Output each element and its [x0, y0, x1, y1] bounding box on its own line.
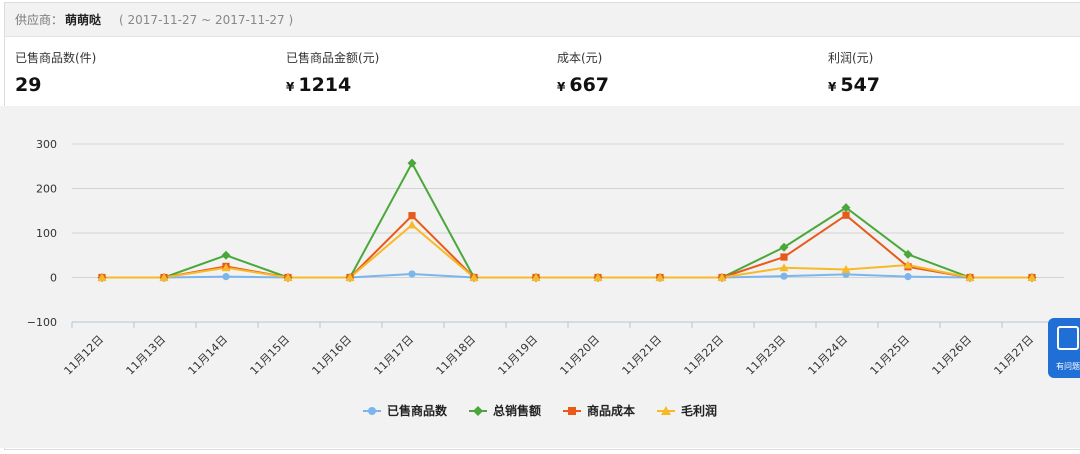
legend-label: 已售商品数	[386, 404, 447, 418]
x-tick-label: 11月25日	[868, 333, 913, 378]
x-tick-label: 11月12日	[62, 333, 107, 378]
stat-value: ¥1214	[286, 74, 379, 96]
y-tick-label: 200	[36, 183, 57, 196]
help-button[interactable]: 有问题	[1048, 318, 1080, 378]
stat-value: 29	[15, 74, 96, 96]
series-point-0	[780, 272, 788, 280]
currency-symbol: ¥	[286, 80, 295, 94]
series-line-2	[102, 213, 1032, 279]
x-tick-label: 11月17日	[372, 333, 417, 378]
stat-sales-amount: 已售商品金额(元) ¥1214	[286, 49, 379, 96]
stat-cost: 成本(元) ¥667	[557, 49, 609, 96]
stat-number: 29	[15, 74, 42, 96]
legend-item[interactable]: 已售商品数	[362, 402, 447, 419]
report-header: 供应商： 萌萌哒 ( 2017-11-27 ~ 2017-11-27 )	[5, 3, 1080, 37]
series-line-1	[102, 161, 1032, 279]
x-tick-label: 11月22日	[682, 333, 727, 378]
x-tick-label: 11月18日	[434, 333, 479, 378]
series-point-2	[780, 253, 788, 261]
y-tick-label: 0	[50, 272, 57, 285]
legend-item[interactable]: 总销售额	[468, 402, 541, 419]
series-point-2	[408, 212, 416, 220]
y-tick-label: 300	[36, 138, 57, 151]
series-point-1	[221, 250, 231, 260]
legend-swatch	[563, 406, 581, 415]
y-tick-label: 100	[36, 227, 57, 240]
legend-label: 毛利润	[681, 404, 718, 418]
stat-value: ¥547	[828, 74, 880, 96]
x-tick-label: 11月27日	[992, 333, 1037, 378]
legend-label: 总销售额	[492, 404, 541, 418]
x-tick-label: 11月15日	[248, 333, 293, 378]
x-tick-label: 11月20日	[558, 333, 603, 378]
stat-number: 1214	[298, 74, 352, 96]
legend-label: 商品成本	[587, 404, 636, 418]
legend-swatch	[468, 405, 487, 416]
stat-value: ¥667	[557, 74, 609, 96]
x-tick-label: 11月23日	[744, 333, 789, 378]
x-tick-label: 11月14日	[186, 333, 231, 378]
x-tick-label: 11月16日	[310, 333, 355, 378]
legend-swatch-marker	[568, 406, 576, 415]
series-point-0	[904, 273, 912, 281]
chart-area: 300 200 100 0 −100 11月12日 11月13日 11月14日 11月15日 11…	[0, 106, 1080, 448]
stats-row: 已售商品数(件) 29 已售商品金额(元) ¥1214 成本(元) ¥667 利…	[5, 37, 1080, 108]
stat-sold-count: 已售商品数(件) 29	[15, 49, 96, 96]
series-point-2	[842, 211, 850, 219]
series-point-1	[407, 158, 417, 168]
stat-title: 已售商品金额(元)	[286, 51, 380, 65]
x-tick-label: 11月13日	[124, 333, 169, 378]
y-tick-label: −100	[27, 316, 57, 329]
legend-swatch	[362, 406, 381, 415]
x-tick-label: 11月24日	[806, 333, 851, 378]
help-button-label: 有问题	[1056, 362, 1080, 371]
x-tick-label: 11月26日	[930, 333, 975, 378]
stat-title: 成本(元)	[557, 51, 603, 65]
series-point-3	[407, 220, 417, 229]
stat-number: 547	[840, 74, 881, 96]
chart-legend: 已售商品数 总销售额 商品成本 毛利润	[0, 402, 1080, 419]
currency-symbol: ¥	[557, 80, 566, 94]
supplier-label: 供应商：	[15, 13, 64, 27]
x-tick-label: 11月21日	[620, 333, 665, 378]
x-tick-label: 11月19日	[496, 333, 541, 378]
legend-swatch	[657, 405, 676, 415]
legend-item[interactable]: 毛利润	[657, 402, 717, 419]
edit-icon	[1057, 326, 1079, 350]
stat-title: 利润(元)	[828, 51, 874, 65]
date-range: ( 2017-11-27 ~ 2017-11-27 )	[119, 12, 294, 27]
series-point-0	[222, 273, 230, 281]
supplier-name: 萌萌哒	[65, 13, 102, 27]
currency-symbol: ¥	[828, 80, 837, 94]
legend-item[interactable]: 商品成本	[563, 402, 635, 419]
series-point-0	[408, 270, 416, 278]
legend-swatch-marker	[367, 406, 376, 415]
legend-swatch-marker	[472, 405, 483, 416]
line-chart: 300 200 100 0 −100 11月12日 11月13日 11月14日 11月15日 11…	[27, 138, 1065, 378]
stat-number: 667	[569, 74, 610, 96]
stat-profit: 利润(元) ¥547	[828, 49, 880, 96]
stat-title: 已售商品数(件)	[15, 51, 97, 65]
